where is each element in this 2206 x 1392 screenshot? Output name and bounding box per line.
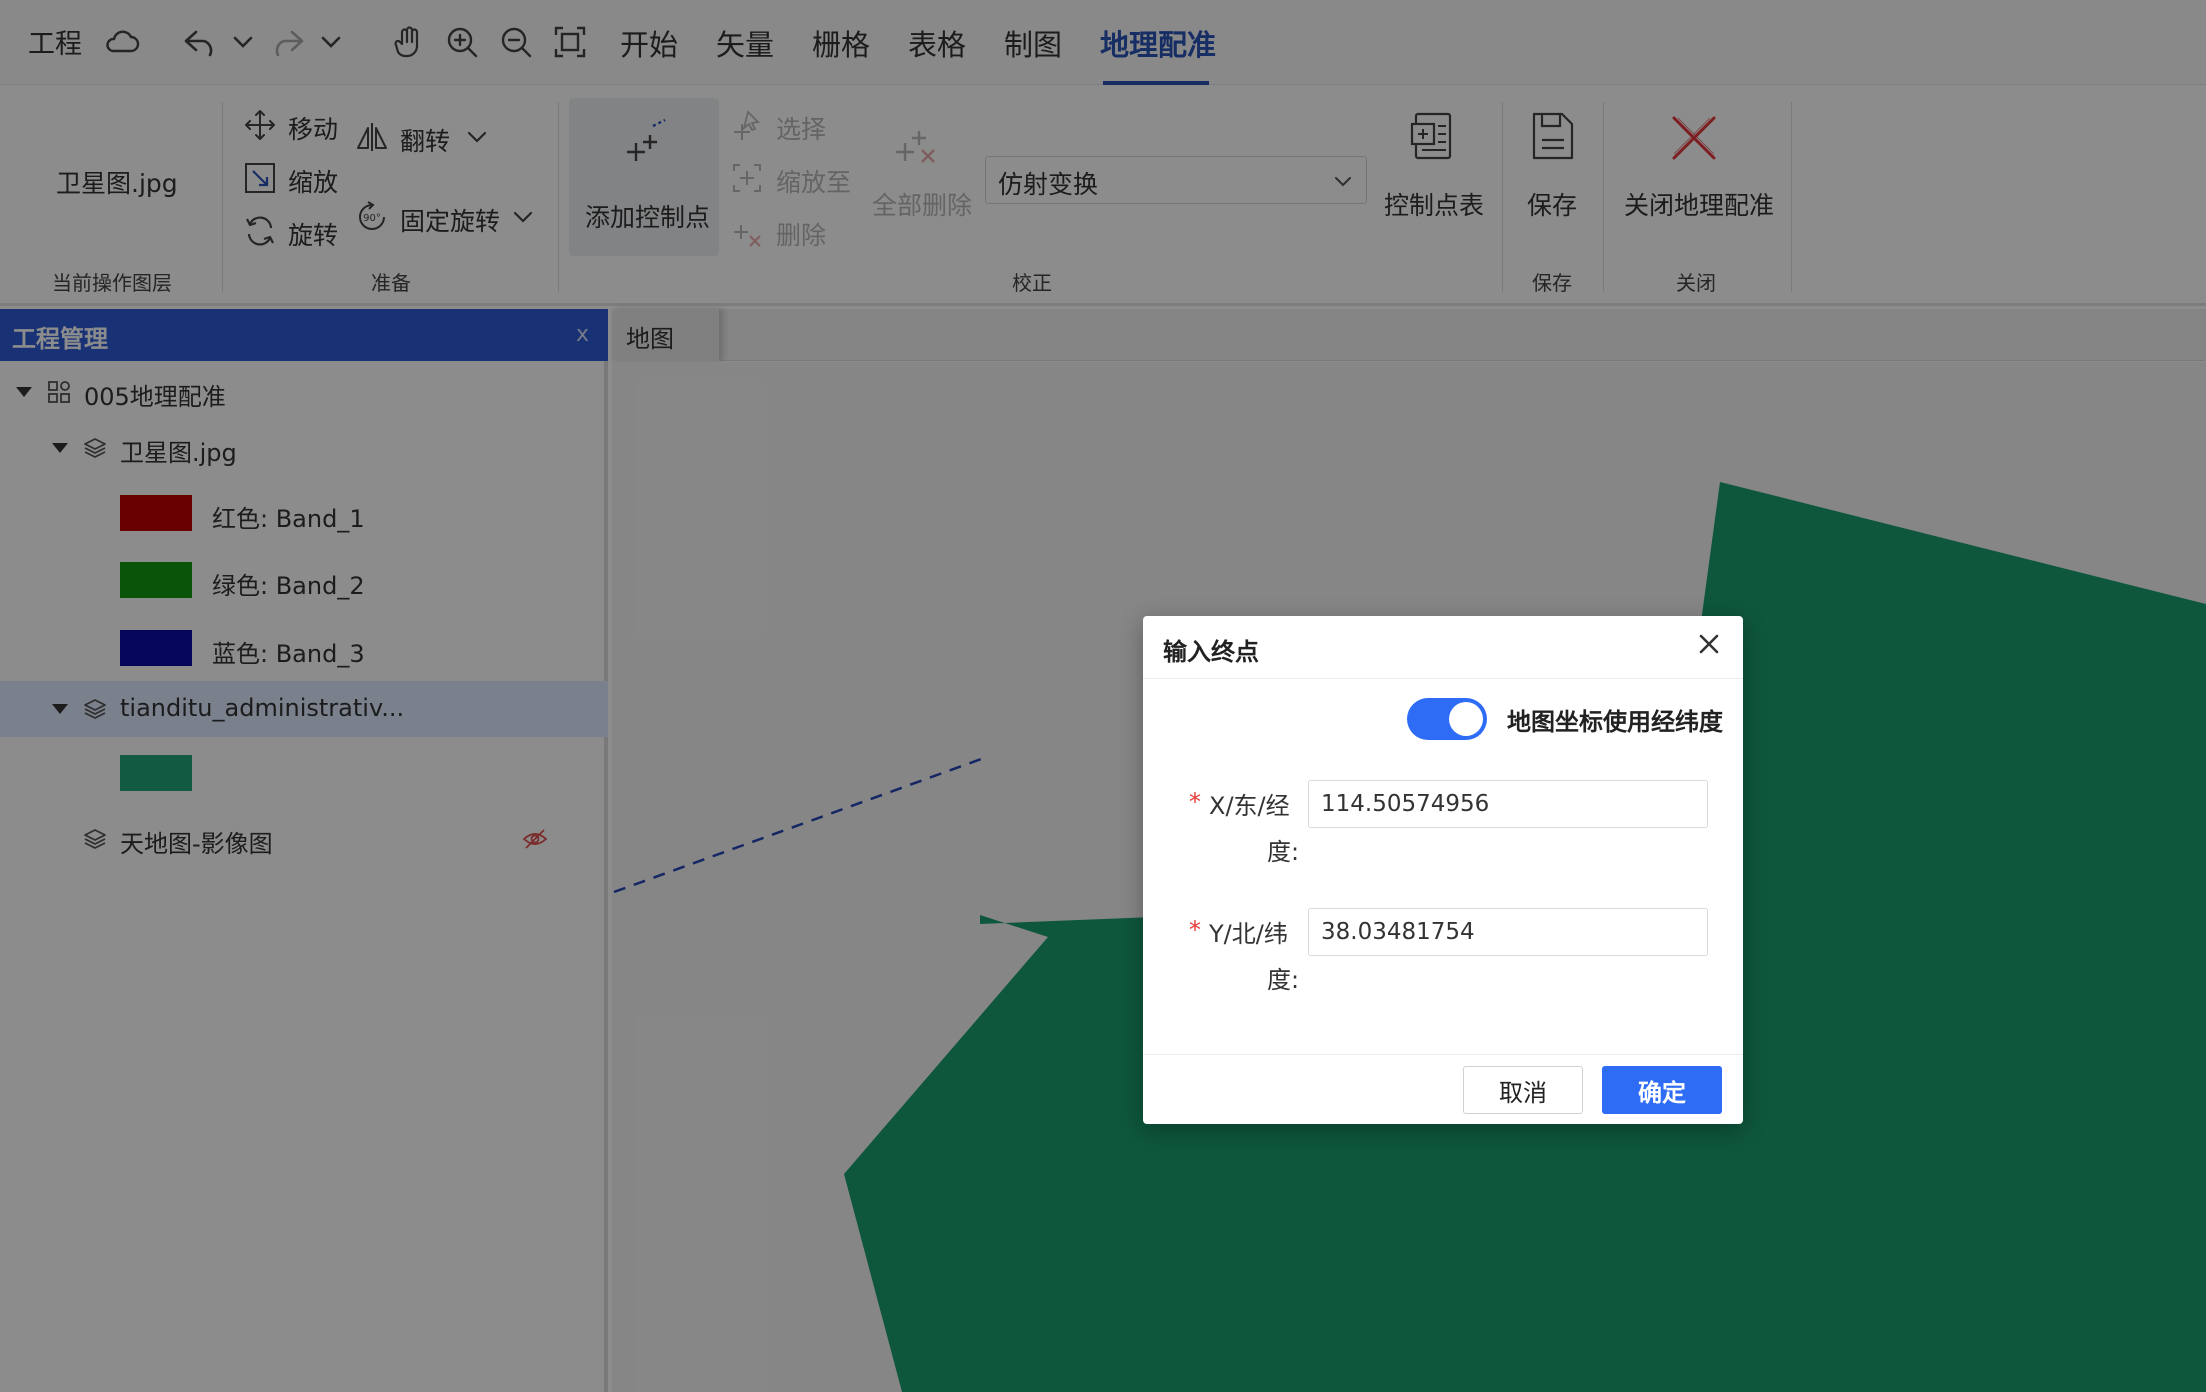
y-coordinate-input[interactable] xyxy=(1308,908,1708,956)
required-mark: * xyxy=(1189,916,1201,944)
dialog-divider xyxy=(1143,678,1743,679)
modal-overlay[interactable] xyxy=(0,0,2206,1392)
y-field-label: Y/北/纬 xyxy=(1209,920,1288,948)
lonlat-toggle-label: 地图坐标使用经纬度 xyxy=(1507,708,1723,736)
required-mark: * xyxy=(1189,788,1201,816)
dialog-title: 输入终点 xyxy=(1163,638,1259,666)
x-field-label: X/东/经 xyxy=(1209,792,1290,820)
lonlat-toggle-switch[interactable] xyxy=(1407,698,1487,740)
close-icon[interactable] xyxy=(1695,630,1723,658)
y-field-label-suffix: 度: xyxy=(1267,966,1300,994)
x-field-label-suffix: 度: xyxy=(1267,838,1300,866)
cancel-button[interactable]: 取消 xyxy=(1463,1066,1583,1114)
toggle-knob xyxy=(1449,702,1483,736)
dialog-footer-divider xyxy=(1143,1054,1743,1055)
input-endpoint-dialog: 输入终点 地图坐标使用经纬度 * X/东/经 度: * Y/北/纬 度: 取消 … xyxy=(1143,616,1743,1124)
confirm-button[interactable]: 确定 xyxy=(1602,1066,1722,1114)
x-coordinate-input[interactable] xyxy=(1308,780,1708,828)
